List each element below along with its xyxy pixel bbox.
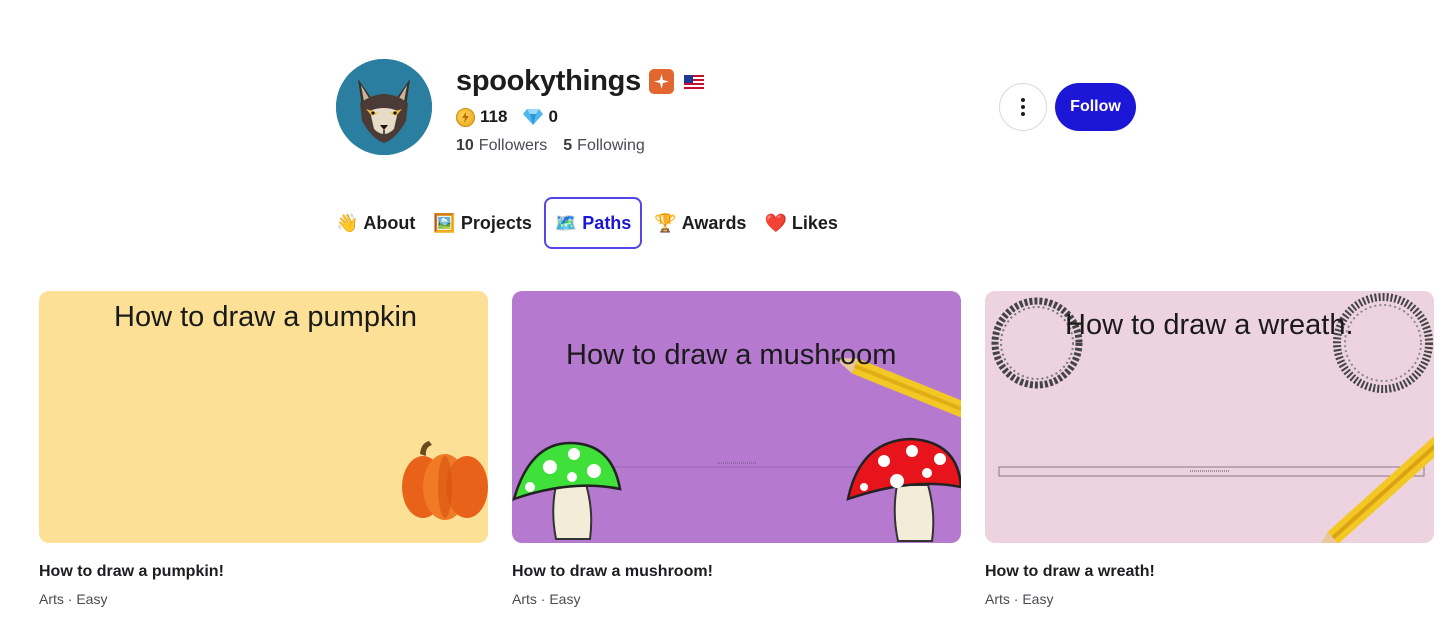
world-map-icon: 🗺️ bbox=[554, 212, 578, 234]
gem-stat: 0 bbox=[523, 107, 558, 127]
coin-stat: 118 bbox=[456, 107, 507, 127]
tab-paths[interactable]: 🗺️ Paths bbox=[543, 197, 643, 249]
card-category: Arts bbox=[39, 591, 64, 607]
tab-label: Projects bbox=[460, 212, 532, 233]
trophy-icon: 🏆 bbox=[654, 212, 677, 234]
thumbnail-text: How to draw a wreath. bbox=[1065, 309, 1354, 341]
following-count: 5 bbox=[563, 137, 573, 154]
sparkle-badge-icon bbox=[648, 69, 674, 94]
coin-count: 118 bbox=[480, 107, 508, 126]
tab-about[interactable]: 👋 About bbox=[330, 197, 421, 249]
path-thumbnail: How to draw a mushroom bbox=[512, 291, 961, 543]
more-vertical-icon bbox=[1021, 98, 1025, 102]
gem-count: 0 bbox=[548, 107, 558, 126]
path-thumbnail: How to draw a wreath. bbox=[985, 291, 1434, 543]
framed-picture-icon: 🖼️ bbox=[433, 212, 456, 234]
path-card[interactable]: How to draw a pumpkin How to draw a pump… bbox=[39, 291, 488, 607]
followers-link[interactable]: 10 Followers bbox=[456, 137, 547, 155]
tab-projects[interactable]: 🖼️ Projects bbox=[427, 197, 537, 249]
tab-label: About bbox=[363, 212, 416, 233]
followers-label: Followers bbox=[478, 137, 548, 154]
following-link[interactable]: 5 Following bbox=[563, 137, 645, 155]
following-label: Following bbox=[577, 137, 645, 154]
card-level: Easy bbox=[1022, 591, 1054, 607]
card-level: Easy bbox=[76, 591, 108, 607]
tab-label: Paths bbox=[582, 212, 632, 233]
path-thumbnail: How to draw a pumpkin bbox=[39, 291, 488, 543]
currency-stats: 118 0 bbox=[456, 107, 574, 127]
mushroom-thumbnail-icon bbox=[512, 291, 961, 543]
waving-hand-icon: 👋 bbox=[336, 212, 359, 234]
tab-awards[interactable]: 🏆 Awards bbox=[648, 197, 752, 249]
tab-label: Awards bbox=[681, 212, 747, 233]
profile-tabs: 👋 About 🖼️ Projects 🗺️ Paths 🏆 Awards ❤️… bbox=[330, 197, 850, 249]
more-options-button[interactable] bbox=[999, 83, 1047, 131]
thumbnail-text: How to draw a mushroom bbox=[566, 339, 897, 371]
paths-grid: How to draw a pumpkin How to draw a pump… bbox=[39, 291, 1434, 607]
coin-icon bbox=[456, 107, 475, 127]
card-category: Arts bbox=[512, 591, 537, 607]
profile-header: spookythings 118 0 10 Followers 5 Follow… bbox=[336, 59, 1136, 159]
card-meta: Arts · Easy bbox=[985, 591, 1054, 607]
avatar[interactable] bbox=[336, 59, 432, 155]
card-meta: Arts · Easy bbox=[512, 591, 581, 607]
followers-count: 10 bbox=[456, 137, 474, 154]
heart-icon: ❤️ bbox=[764, 212, 787, 234]
us-flag-icon bbox=[683, 74, 704, 89]
path-card[interactable]: How to draw a wreath. How to draw a wrea… bbox=[985, 291, 1434, 607]
wolf-avatar-icon bbox=[336, 59, 432, 155]
thumbnail-text: How to draw a pumpkin bbox=[114, 301, 418, 333]
follow-stats: 10 Followers 5 Following bbox=[456, 137, 661, 155]
card-meta: Arts · Easy bbox=[39, 591, 108, 607]
card-title[interactable]: How to draw a mushroom! bbox=[512, 563, 961, 581]
gem-icon bbox=[523, 109, 544, 125]
follow-button[interactable]: Follow bbox=[1055, 83, 1136, 131]
username: spookythings bbox=[456, 65, 641, 97]
tab-likes[interactable]: ❤️ Likes bbox=[758, 197, 843, 249]
card-category: Arts bbox=[985, 591, 1010, 607]
card-title[interactable]: How to draw a wreath! bbox=[985, 563, 1434, 581]
path-card[interactable]: How to draw a mushroom How to draw a mus… bbox=[512, 291, 961, 607]
card-title[interactable]: How to draw a pumpkin! bbox=[39, 563, 488, 581]
tab-label: Likes bbox=[791, 212, 838, 233]
card-level: Easy bbox=[549, 591, 581, 607]
username-row: spookythings bbox=[456, 65, 704, 98]
